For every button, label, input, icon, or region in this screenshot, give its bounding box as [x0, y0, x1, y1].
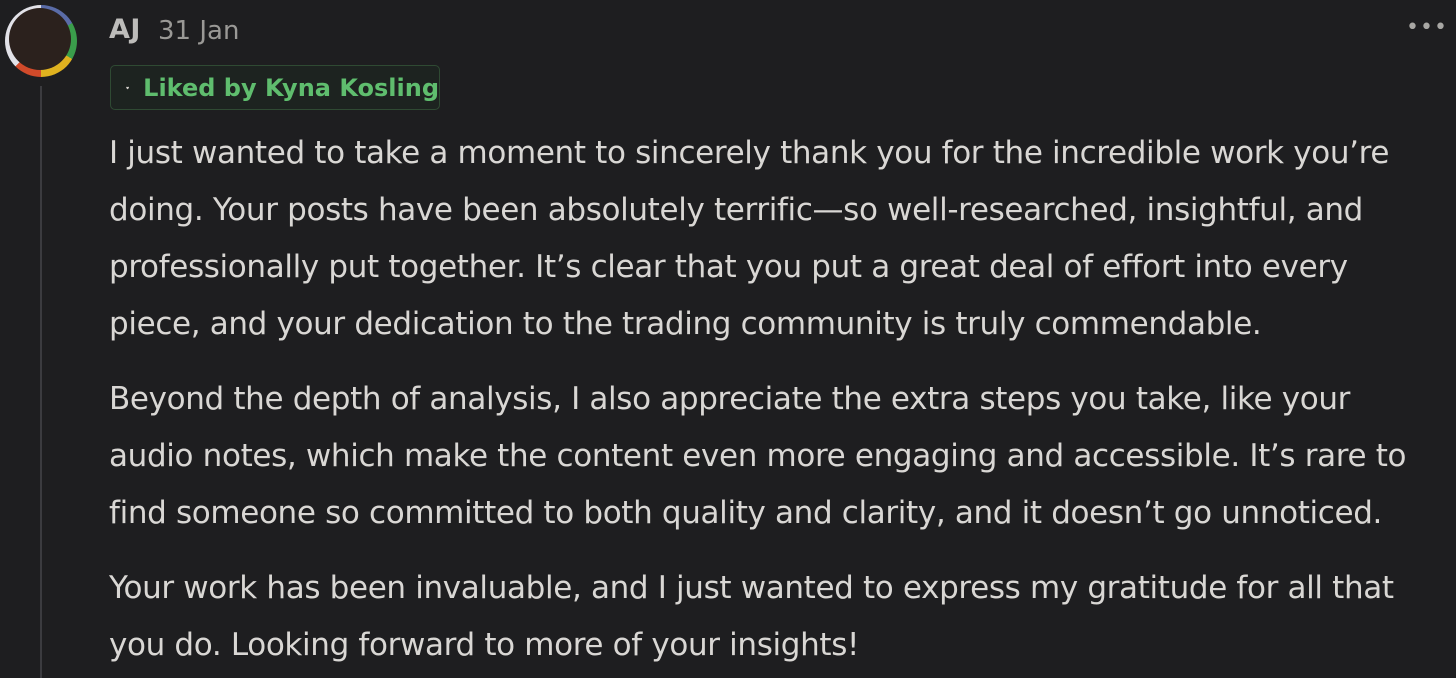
text-line: professionally put together. It’s clear …	[109, 249, 1348, 285]
text-line: Beyond the depth of analysis, I also app…	[109, 381, 1351, 417]
comment-body: I just wanted to take a moment to sincer…	[109, 125, 1454, 678]
comment-paragraph: Beyond the depth of analysis, I also app…	[109, 371, 1454, 542]
heart-icon	[126, 86, 129, 89]
avatar[interactable]	[5, 5, 77, 77]
thread-line[interactable]	[40, 86, 42, 678]
comment-date[interactable]: 31 Jan	[158, 16, 239, 46]
author-name[interactable]: AJ	[109, 14, 141, 45]
comment-paragraph: Your work has been invaluable, and I jus…	[109, 560, 1454, 674]
avatar-image	[9, 8, 71, 70]
text-line: doing. Your posts have been absolutely t…	[109, 192, 1363, 228]
liked-by-text: Liked by Kyna Kosling	[143, 73, 439, 102]
more-options-icon[interactable]: •••	[1406, 10, 1447, 46]
text-line: find someone so committed to both qualit…	[109, 495, 1383, 531]
text-line: I just wanted to take a moment to sincer…	[109, 135, 1390, 171]
text-line: Your work has been invaluable, and I jus…	[109, 570, 1394, 606]
text-line: you do. Looking forward to more of your …	[109, 627, 860, 663]
text-line: piece, and your dedication to the tradin…	[109, 306, 1262, 342]
comment-paragraph: I just wanted to take a moment to sincer…	[109, 125, 1454, 353]
liked-by-badge: Liked by Kyna Kosling	[110, 65, 440, 110]
text-line: audio notes, which make the content even…	[109, 438, 1407, 474]
